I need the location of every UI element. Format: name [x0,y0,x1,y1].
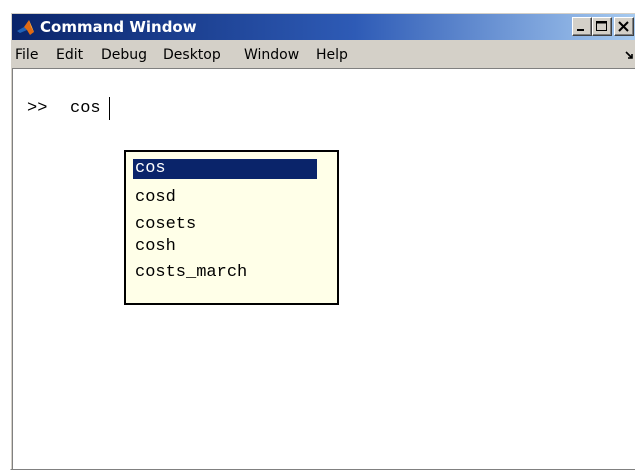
close-button[interactable] [614,17,634,36]
title-bar[interactable]: Command Window [12,14,635,40]
completion-option-cosd[interactable]: cosd [133,188,176,208]
completion-option-cos[interactable]: cos [133,159,317,179]
text-caret [109,97,110,120]
menu-desktop[interactable]: Desktop [163,46,221,64]
window-title: Command Window [40,18,197,36]
completion-option-cosets[interactable]: cosets [133,215,196,235]
matlab-logo-icon [17,20,34,35]
menu-help[interactable]: Help [316,46,348,64]
completion-option-costs-march[interactable]: costs_march [133,263,247,283]
tab-completion-popup[interactable]: cos cosd cosets cosh costs_march [124,150,339,305]
close-icon [618,21,629,32]
menu-debug[interactable]: Debug [101,46,147,64]
minimize-button[interactable] [572,17,592,36]
maximize-icon [596,21,607,31]
minimize-icon [577,29,584,31]
menu-edit[interactable]: Edit [56,46,83,64]
command-prompt: >> [27,99,48,118]
command-console[interactable]: >> cos cos cosd cosets cosh costs_march [12,68,635,469]
maximize-button[interactable] [592,17,612,36]
command-window: Command Window File Edit Debug Desktop W… [10,12,635,470]
menu-bar: File Edit Debug Desktop Window Help [12,43,635,67]
menu-overflow-arrow-icon[interactable] [623,47,635,63]
command-input-text[interactable]: cos [70,99,101,119]
menu-window[interactable]: Window [244,46,299,64]
menu-file[interactable]: File [15,46,38,64]
completion-option-cosh[interactable]: cosh [133,237,176,257]
